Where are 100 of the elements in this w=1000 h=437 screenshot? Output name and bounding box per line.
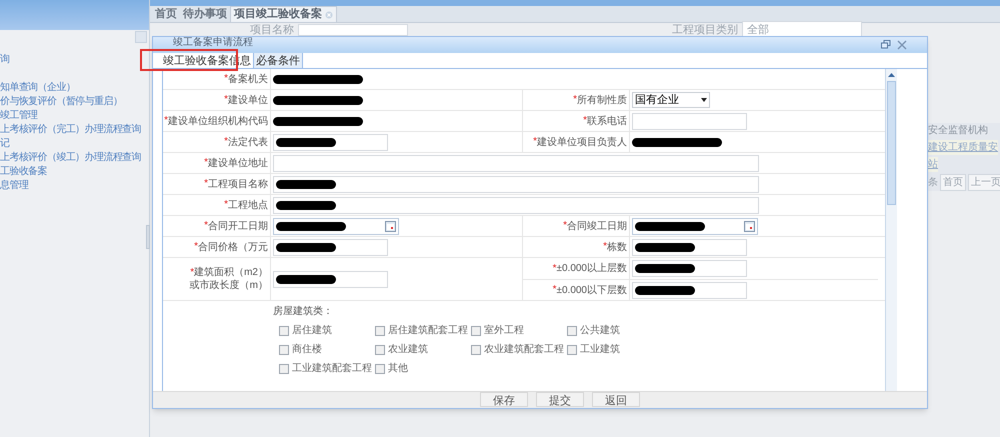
required-mark: * [573, 94, 577, 106]
checkbox[interactable] [279, 326, 289, 336]
checkbox[interactable] [279, 364, 289, 374]
input-field[interactable] [273, 176, 759, 192]
required-mark: * [204, 178, 208, 190]
dialog-button[interactable]: 返回 [592, 392, 640, 407]
sidebar-item[interactable]: 上考核评价（竣工）办理流程查询 [0, 151, 142, 165]
input-field[interactable] [298, 24, 408, 36]
field-label: 备案机关 [228, 72, 268, 86]
column-header: 安全监督机构 [928, 124, 989, 138]
redaction-mark [635, 264, 695, 273]
redaction-mark [276, 138, 336, 146]
field-label: 工程项目名称 [208, 178, 268, 190]
checkbox-option[interactable]: 公共建筑 [567, 323, 620, 338]
input-field[interactable] [632, 112, 747, 130]
select-field[interactable]: 国有企业 [632, 92, 710, 108]
required-mark: * [190, 266, 194, 278]
input-field[interactable] [273, 238, 388, 256]
required-mark: * [194, 241, 198, 253]
input-field[interactable] [273, 134, 388, 150]
close-icon[interactable] [897, 40, 907, 50]
checkbox[interactable] [279, 344, 289, 354]
dialog-title: 竣工备案申请流程 [173, 37, 253, 48]
checkbox-option[interactable]: 其他 [375, 361, 408, 376]
checkbox-option[interactable]: 居住建筑 [279, 323, 332, 338]
required-mark: * [224, 73, 228, 85]
field-label: 联系电话 [587, 114, 627, 128]
tab[interactable]: 首页 [152, 6, 180, 22]
date-field[interactable] [632, 218, 758, 234]
input-field[interactable] [273, 154, 759, 172]
scroll-thumb[interactable] [887, 81, 896, 205]
field-label: 法定代表 [228, 136, 268, 148]
input-field[interactable] [273, 196, 759, 214]
input-field[interactable] [632, 238, 747, 256]
field-label: 合同价格（万元 [198, 240, 268, 254]
date-field[interactable] [273, 218, 399, 234]
checkbox[interactable] [471, 344, 481, 354]
splitter-handle[interactable] [146, 225, 150, 249]
redaction-mark [635, 222, 705, 230]
checkbox[interactable] [471, 326, 481, 336]
redaction-mark [276, 274, 336, 284]
checkbox-option[interactable]: 室外工程 [471, 323, 524, 338]
checkbox[interactable] [567, 326, 577, 336]
sidebar-item[interactable]: 询 [0, 53, 10, 67]
checkbox[interactable] [375, 344, 385, 354]
input-field[interactable] [273, 270, 388, 288]
sidebar-item[interactable]: 上考核评价（完工）办理流程查询 [0, 123, 142, 137]
redaction-mark [635, 242, 695, 252]
checkbox[interactable] [375, 364, 385, 374]
required-mark: * [603, 241, 607, 253]
sidebar-item[interactable]: 知单查询（企业） [0, 81, 76, 95]
field-label: 合同竣工日期 [567, 220, 627, 232]
restore-icon[interactable] [881, 40, 891, 49]
required-mark: * [533, 136, 537, 148]
checkbox-option[interactable]: 农业建筑配套工程 [471, 342, 564, 357]
close-icon[interactable] [325, 10, 333, 18]
sidebar-item[interactable]: 竣工管理 [0, 109, 38, 123]
required-mark: * [224, 94, 228, 106]
field-label: 建设单位 [228, 94, 268, 106]
scrollbar[interactable] [885, 69, 897, 391]
field-label: 建设单位项目负责人 [537, 136, 627, 148]
checkbox-option[interactable]: 农业建筑 [375, 342, 428, 357]
checkbox[interactable] [375, 326, 385, 336]
required-mark: * [164, 115, 168, 127]
calendar-icon[interactable] [385, 220, 396, 232]
section-label: 房屋建筑类： [273, 304, 333, 319]
required-mark: * [204, 157, 208, 169]
required-mark: * [224, 136, 228, 148]
checkbox[interactable] [567, 344, 577, 354]
dialog-button[interactable]: 提交 [536, 392, 584, 407]
scroll-up-icon[interactable] [888, 73, 895, 77]
field-label: 工程项目类别 [672, 22, 738, 38]
field-label: 项目名称 [250, 22, 294, 38]
input-field[interactable] [632, 260, 747, 277]
calendar-icon[interactable] [744, 220, 755, 232]
caret-icon [701, 98, 707, 102]
input-field[interactable] [632, 282, 747, 298]
required-mark: * [204, 220, 208, 232]
redaction-mark [635, 286, 695, 294]
sidebar-item[interactable]: 价与恢复评价（暂停与重启） [0, 95, 122, 109]
required-mark: * [583, 115, 587, 127]
field-label: 所有制性质 [577, 94, 627, 106]
checkbox-option[interactable]: 商住楼 [279, 342, 322, 357]
checkbox-option[interactable]: 工业建筑配套工程 [279, 361, 372, 376]
sidebar-item[interactable]: 息管理 [0, 179, 28, 193]
required-mark: * [552, 284, 556, 296]
sidebar-item[interactable]: 记 [0, 137, 10, 151]
sidebar-item[interactable]: 工验收备案 [0, 165, 48, 179]
field-label: 工程地点 [228, 198, 268, 212]
checkbox-option[interactable]: 居住建筑配套工程 [375, 323, 468, 338]
field-label: ±0.000以上层数 [556, 262, 627, 275]
tab[interactable]: 待办事项 [180, 6, 230, 22]
redaction-mark [276, 200, 336, 210]
dialog-button[interactable]: 保存 [480, 392, 528, 407]
tab[interactable]: 项目竣工验收备案 [230, 6, 337, 22]
checkbox-option[interactable]: 工业建筑 [567, 342, 620, 357]
redaction-mark [276, 180, 336, 188]
pager-label: 条 [928, 176, 938, 190]
tab[interactable]: 必备条件 [254, 53, 303, 68]
required-mark: * [224, 199, 228, 211]
